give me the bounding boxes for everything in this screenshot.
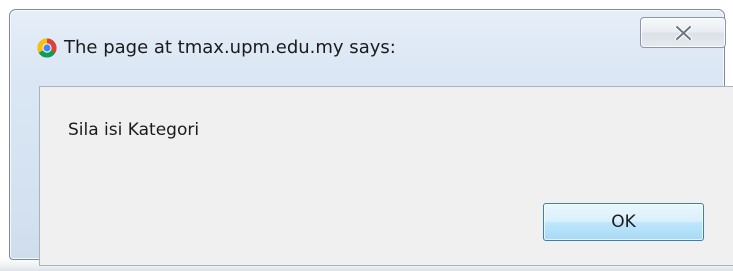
close-button[interactable]: [640, 17, 726, 48]
alert-dialog: The page at tmax.upm.edu.my says: Sila i…: [9, 9, 733, 266]
dialog-content: Sila isi Kategori OK: [39, 86, 733, 266]
chrome-icon: [37, 38, 57, 58]
dialog-message: Sila isi Kategori: [68, 120, 200, 140]
ok-button[interactable]: OK: [543, 203, 704, 241]
dialog-titlebar[interactable]: The page at tmax.upm.edu.my says:: [10, 10, 726, 86]
dialog-title: The page at tmax.upm.edu.my says:: [64, 37, 396, 58]
close-icon: [675, 26, 692, 40]
